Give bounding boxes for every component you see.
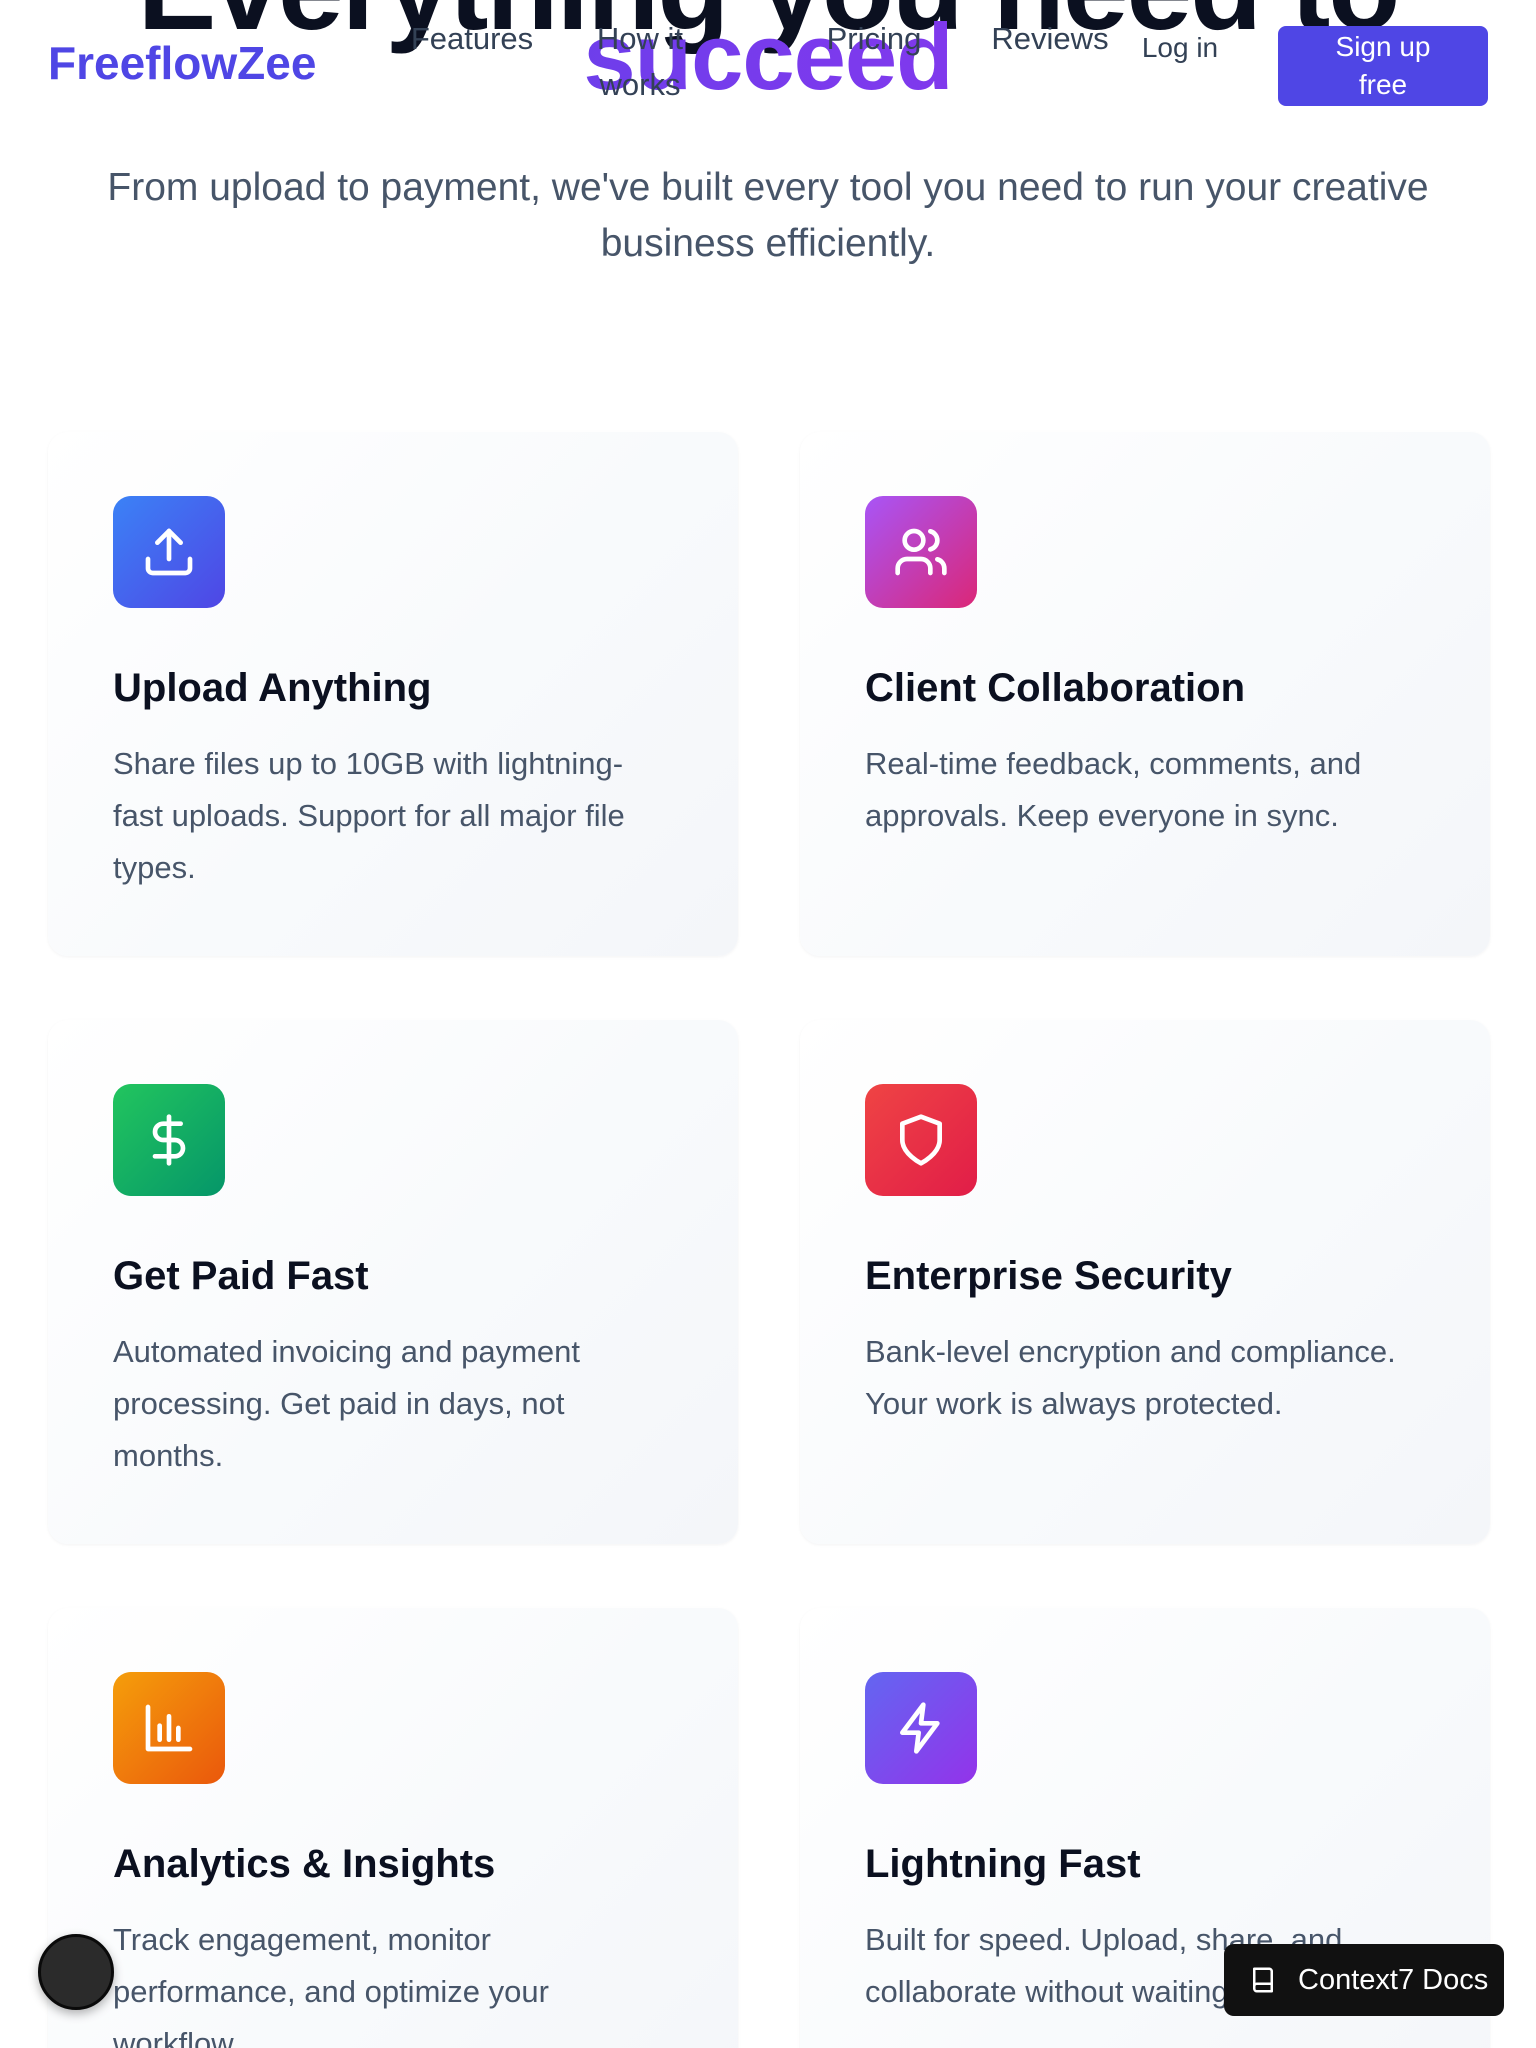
feature-description: Share files up to 10GB with lightning-fa…	[113, 746, 625, 885]
shield-icon	[865, 1084, 977, 1196]
lightning-icon	[865, 1672, 977, 1784]
feature-title: Get Paid Fast	[113, 1254, 369, 1298]
feature-card-collaboration: Client Collaboration Real-time feedback,…	[800, 432, 1490, 956]
brand-logo[interactable]: FreeflowZee	[48, 36, 316, 90]
feature-title: Upload Anything	[113, 666, 432, 710]
docs-button-label: Context7 Docs	[1298, 1964, 1489, 1996]
feature-card-upload: Upload Anything Share files up to 10GB w…	[48, 432, 738, 956]
nav-how-it-works-link[interactable]: How it works	[585, 16, 695, 108]
upload-icon	[113, 496, 225, 608]
book-icon	[1253, 1967, 1273, 1993]
users-icon	[865, 496, 977, 608]
feature-description: Automated invoicing and payment processi…	[113, 1334, 581, 1473]
nav-features-link[interactable]: Features	[400, 16, 544, 62]
docs-button[interactable]: Context7 Docs	[1224, 1944, 1504, 2016]
bar-chart-icon	[113, 1672, 225, 1784]
feature-description: Bank-level encryption and compliance. Yo…	[865, 1334, 1396, 1421]
floating-action-button[interactable]	[38, 1934, 114, 2010]
feature-card-payments: Get Paid Fast Automated invoicing and pa…	[48, 1020, 738, 1544]
site-header: FreeflowZee Features How it works Pricin…	[0, 0, 1536, 120]
signup-button[interactable]: Sign up free	[1278, 26, 1488, 106]
feature-title: Lightning Fast	[865, 1842, 1141, 1886]
nav-reviews-link[interactable]: Reviews	[980, 16, 1120, 62]
page: Everything you need to succeed FreeflowZ…	[0, 0, 1536, 2048]
feature-description: Real-time feedback, comments, and approv…	[865, 746, 1362, 833]
feature-title: Analytics & Insights	[113, 1842, 496, 1886]
feature-title: Client Collaboration	[865, 666, 1245, 710]
feature-card-analytics: Analytics & Insights Track engagement, m…	[48, 1608, 738, 2048]
feature-card-security: Enterprise Security Bank-level encryptio…	[800, 1020, 1490, 1544]
feature-title: Enterprise Security	[865, 1254, 1232, 1298]
feature-description: Track engagement, monitor performance, a…	[113, 1922, 549, 2048]
dollar-icon	[113, 1084, 225, 1196]
login-link[interactable]: Log in	[1140, 24, 1220, 72]
features-subtitle: From upload to payment, we've built ever…	[107, 166, 1429, 265]
nav-pricing-link[interactable]: Pricing	[815, 16, 933, 62]
